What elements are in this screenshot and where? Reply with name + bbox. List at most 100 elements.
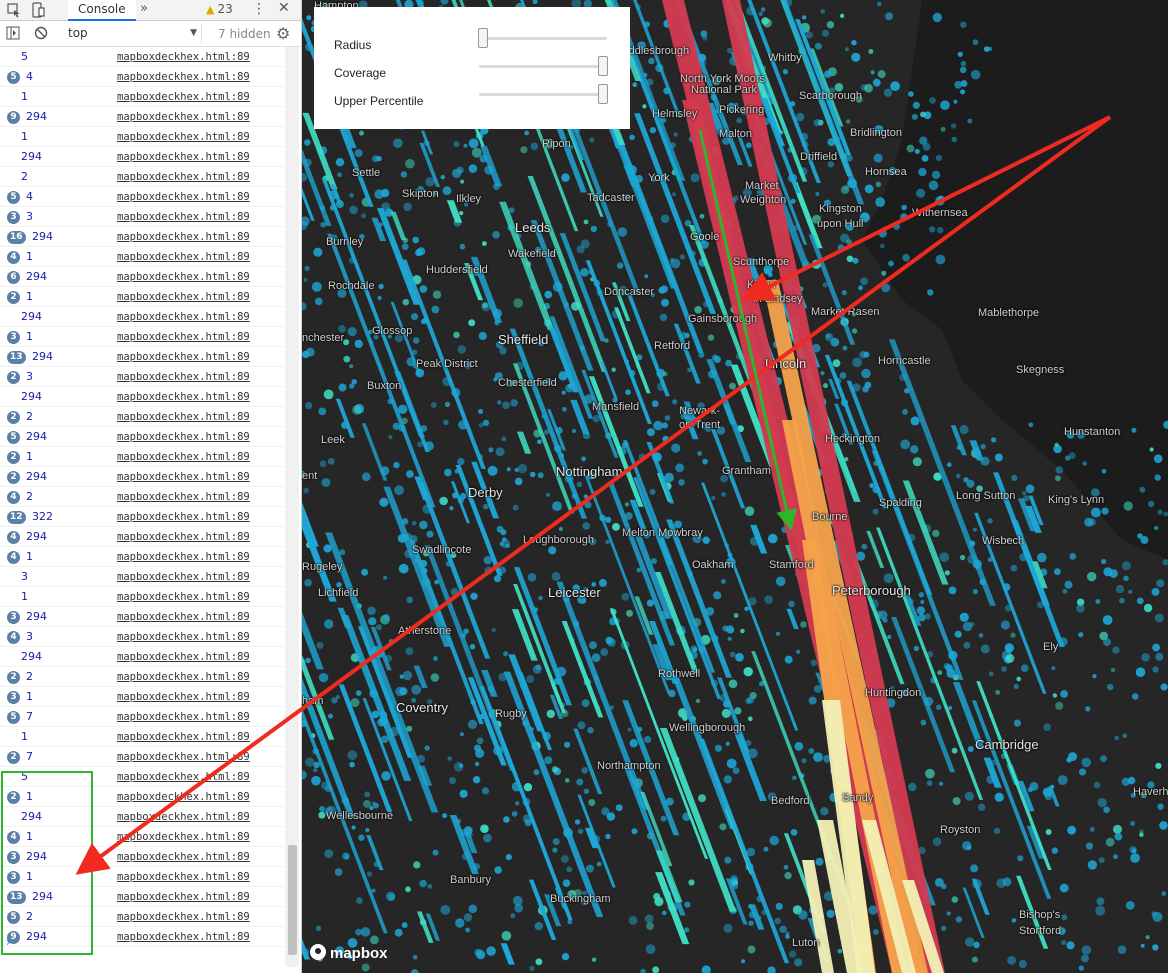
context-selector[interactable]: top ▼ [62, 24, 202, 43]
console-row: 5 mapboxdeckhex.html:89 [0, 47, 284, 67]
show-sidebar-icon[interactable] [6, 26, 20, 40]
log-value: 294 [26, 530, 47, 543]
log-value: 3 [21, 570, 28, 583]
source-link[interactable]: mapboxdeckhex.html:89 [117, 331, 250, 343]
source-link[interactable]: mapboxdeckhex.html:89 [117, 731, 250, 743]
log-value: 1 [21, 730, 28, 743]
source-link[interactable]: mapboxdeckhex.html:89 [117, 891, 250, 903]
gear-icon[interactable]: ⚙ [276, 24, 290, 43]
source-link[interactable]: mapboxdeckhex.html:89 [117, 551, 250, 563]
source-link[interactable]: mapboxdeckhex.html:89 [117, 271, 250, 283]
source-link[interactable]: mapboxdeckhex.html:89 [117, 851, 250, 863]
source-link[interactable]: mapboxdeckhex.html:89 [117, 591, 250, 603]
place-label: Derby [468, 485, 503, 500]
place-label: Grantham [722, 465, 771, 477]
source-link[interactable]: mapboxdeckhex.html:89 [117, 191, 250, 203]
percentile-slider-thumb[interactable] [598, 84, 609, 104]
warning-icon: ▲ [206, 3, 215, 16]
log-value: 3 [26, 370, 33, 383]
source-link[interactable]: mapboxdeckhex.html:89 [117, 371, 250, 383]
source-link[interactable]: mapboxdeckhex.html:89 [117, 691, 250, 703]
source-link[interactable]: mapboxdeckhex.html:89 [117, 411, 250, 423]
source-link[interactable]: mapboxdeckhex.html:89 [117, 811, 250, 823]
source-link[interactable]: mapboxdeckhex.html:89 [117, 311, 250, 323]
source-link[interactable]: mapboxdeckhex.html:89 [117, 611, 250, 623]
warnings-counter[interactable]: ▲ 23 [206, 2, 233, 16]
source-link[interactable]: mapboxdeckhex.html:89 [117, 91, 250, 103]
tab-console[interactable]: Console [68, 0, 136, 21]
clear-console-icon[interactable] [34, 26, 48, 40]
place-label: Peterborough [832, 583, 911, 598]
place-label: Retford [654, 340, 691, 352]
source-link[interactable]: mapboxdeckhex.html:89 [117, 491, 250, 503]
source-link[interactable]: mapboxdeckhex.html:89 [117, 711, 250, 723]
source-link[interactable]: mapboxdeckhex.html:89 [117, 211, 250, 223]
place-label: Lichfield [318, 587, 359, 599]
source-link[interactable]: mapboxdeckhex.html:89 [117, 471, 250, 483]
source-link[interactable]: mapboxdeckhex.html:89 [117, 231, 250, 243]
source-link[interactable]: mapboxdeckhex.html:89 [117, 391, 250, 403]
map-canvas[interactable]: Hampton Middlesbrough Whitby North York Moo… [302, 0, 1168, 973]
close-icon[interactable]: ✕ [278, 0, 290, 16]
repeat-count-badge: 4 [7, 251, 20, 264]
radius-slider[interactable] [479, 37, 607, 40]
place-label: Ilkley [456, 193, 482, 205]
place-label: Ripon [542, 138, 571, 150]
hexbin-layer [302, 0, 1168, 973]
source-link[interactable]: mapboxdeckhex.html:89 [117, 751, 250, 763]
source-link[interactable]: mapboxdeckhex.html:89 [117, 151, 250, 163]
source-link[interactable]: mapboxdeckhex.html:89 [117, 291, 250, 303]
devtools-menu-icon[interactable]: ⋮ [252, 1, 266, 17]
repeat-count-badge: 2 [7, 671, 20, 684]
repeat-count-badge: 4 [7, 551, 20, 564]
log-value: 294 [21, 310, 42, 323]
coverage-slider[interactable] [479, 65, 607, 68]
place-label: Royston [940, 824, 981, 836]
console-row: 4 3 mapboxdeckhex.html:89 [0, 627, 284, 647]
inspect-element-icon[interactable] [6, 2, 22, 18]
source-link[interactable]: mapboxdeckhex.html:89 [117, 671, 250, 683]
source-link[interactable]: mapboxdeckhex.html:89 [117, 771, 250, 783]
source-link[interactable]: mapboxdeckhex.html:89 [117, 571, 250, 583]
radius-slider-thumb[interactable] [477, 28, 488, 48]
place-label: Wakefield [508, 248, 556, 260]
more-tabs-button[interactable]: » [140, 1, 148, 16]
source-link[interactable]: mapboxdeckhex.html:89 [117, 631, 250, 643]
source-link[interactable]: mapboxdeckhex.html:89 [117, 171, 250, 183]
source-link[interactable]: mapboxdeckhex.html:89 [117, 451, 250, 463]
source-link[interactable]: mapboxdeckhex.html:89 [117, 131, 250, 143]
repeat-count-badge: 12 [7, 511, 26, 524]
console-row: 12 322 mapboxdeckhex.html:89 [0, 507, 284, 527]
log-value: 4 [26, 70, 33, 83]
scrollbar-track[interactable] [285, 47, 299, 967]
source-link[interactable]: mapboxdeckhex.html:89 [117, 111, 250, 123]
place-label: Settle [352, 167, 381, 179]
place-label: Northampton [597, 760, 661, 772]
source-link[interactable]: mapboxdeckhex.html:89 [117, 251, 250, 263]
device-toolbar-icon[interactable] [30, 2, 46, 18]
mapbox-logo[interactable]: mapbox [310, 944, 388, 962]
repeat-count-badge: 2 [7, 451, 20, 464]
repeat-count-badge: 4 [7, 631, 20, 644]
source-link[interactable]: mapboxdeckhex.html:89 [117, 831, 250, 843]
source-link[interactable]: mapboxdeckhex.html:89 [117, 431, 250, 443]
source-link[interactable]: mapboxdeckhex.html:89 [117, 931, 250, 943]
place-label: Melton Mowbray [622, 527, 703, 539]
source-link[interactable]: mapboxdeckhex.html:89 [117, 911, 250, 923]
source-link[interactable]: mapboxdeckhex.html:89 [117, 51, 250, 63]
percentile-slider[interactable] [479, 93, 607, 96]
source-link[interactable]: mapboxdeckhex.html:89 [117, 651, 250, 663]
source-link[interactable]: mapboxdeckhex.html:89 [117, 351, 250, 363]
log-value: 294 [21, 650, 42, 663]
console-row: 2 2 mapboxdeckhex.html:89 [0, 667, 284, 687]
source-link[interactable]: mapboxdeckhex.html:89 [117, 791, 250, 803]
log-value: 7 [26, 750, 33, 763]
source-link[interactable]: mapboxdeckhex.html:89 [117, 871, 250, 883]
coverage-slider-thumb[interactable] [598, 56, 609, 76]
console-row: 9 294 mapboxdeckhex.html:89 [0, 107, 284, 127]
place-label: Sandy [842, 792, 874, 804]
scrollbar-thumb[interactable] [288, 845, 297, 955]
source-link[interactable]: mapboxdeckhex.html:89 [117, 531, 250, 543]
source-link[interactable]: mapboxdeckhex.html:89 [117, 511, 250, 523]
source-link[interactable]: mapboxdeckhex.html:89 [117, 71, 250, 83]
